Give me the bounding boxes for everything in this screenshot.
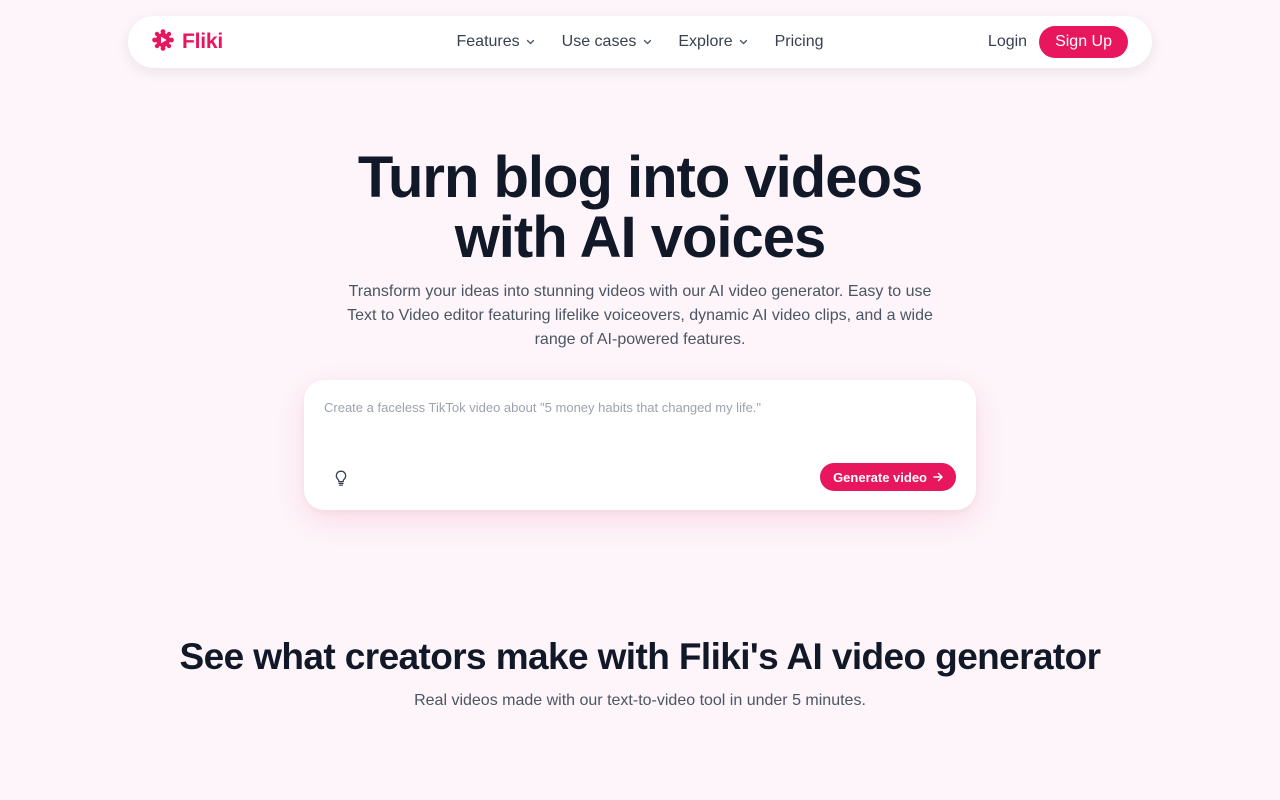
showcase-subtitle: Real videos made with our text-to-video … (414, 692, 866, 709)
chevron-down-icon (526, 39, 535, 45)
chevron-down-icon (739, 39, 748, 45)
nav-item-features[interactable]: Features (457, 33, 536, 51)
hero-title-line-1: Turn blog into videos (357, 145, 923, 210)
video-prompt-card: Generate video (304, 380, 976, 510)
nav-item-label: Use cases (561, 33, 637, 50)
idea-suggestion-button[interactable] (330, 467, 352, 489)
nav-item-label: Explore (678, 33, 733, 50)
login-link[interactable]: Login (988, 33, 1027, 51)
nav-item-label: Features (456, 33, 520, 50)
video-prompt-input[interactable] (324, 396, 954, 418)
top-navbar: Fliki Features Use cases Explore Pricing… (128, 16, 1152, 68)
brand-name: Fliki (182, 30, 224, 53)
signup-button[interactable]: Sign Up (1039, 26, 1128, 58)
generate-video-button[interactable]: Generate video (820, 463, 956, 491)
brand-logo[interactable]: Fliki (152, 28, 224, 56)
nav-item-pricing[interactable]: Pricing (775, 33, 824, 51)
hero-title-line-2: with AI voices (454, 205, 827, 270)
nav-actions: Login Sign Up (988, 26, 1128, 58)
chevron-down-icon (643, 39, 651, 45)
lightbulb-icon (335, 470, 347, 486)
nav-item-use-cases[interactable]: Use cases (562, 33, 653, 51)
nav-item-explore[interactable]: Explore (678, 33, 748, 51)
showcase-title: See what creators make with Fliki's AI v… (179, 636, 1102, 677)
hero-subtitle: Transform your ideas into stunning video… (347, 283, 933, 348)
arrow-right-icon (933, 472, 943, 482)
primary-nav: Features Use cases Explore Pricing (457, 16, 824, 68)
nav-item-label: Pricing (774, 33, 824, 50)
hero-title: Turn blog into videos with AI voices (0, 148, 1280, 268)
generate-video-label: Generate video (833, 469, 927, 485)
fliki-logo-icon (152, 28, 174, 56)
